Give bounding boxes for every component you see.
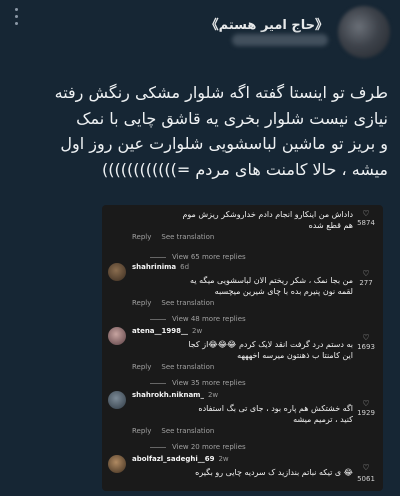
comment-line: لقمه نون پنیرم بده با چای شیرین میچسبه [214,287,353,296]
comment-username[interactable]: atena__1998__ 2w [132,327,202,335]
heart-icon[interactable]: ♡ [359,269,373,278]
time-ago: 2w [192,327,203,335]
avatar[interactable] [108,327,126,345]
view-more-replies[interactable]: View 48 more replies [150,315,246,323]
comments-screenshot[interactable]: داداش من اینکارو انجام دادم خداروشکر ریز… [102,205,383,491]
comment-line: کنید ، ترمیم میشه [293,415,353,424]
username[interactable]: atena__1998__ [132,327,188,335]
comment-actions: Reply See translation [132,299,224,307]
view-more-label: View 48 more replies [172,315,246,323]
time-ago: 6d [180,263,190,271]
like-count: 5874 [357,219,375,227]
like-count: 1929 [357,409,375,417]
reply-link[interactable]: Reply [132,233,151,241]
see-translation-link[interactable]: See translation [161,363,214,371]
avatar[interactable] [108,263,126,281]
avatar[interactable] [338,6,390,58]
like-count: 1693 [357,343,375,351]
view-more-replies[interactable]: View 35 more replies [150,379,246,387]
comment-line: هم قطع شده [308,221,353,230]
view-more-replies[interactable]: View 20 more replies [150,443,246,451]
avatar[interactable] [108,391,126,409]
comment-actions: Reply See translation [132,363,224,371]
comment-actions: Reply See translation [132,233,224,241]
comment-line: 😂 ی تیکه نباتم بندازید ک سردیه چایی رو ب… [195,468,353,477]
avatar[interactable] [108,455,126,473]
see-translation-link[interactable]: See translation [161,299,214,307]
time-ago: 2w [207,391,219,399]
view-more-label: View 35 more replies [172,379,246,387]
comment-line: اگه خشتکش هم پاره بود ، جای تی بگ استفاد… [198,404,353,413]
tweet-line: طرف تو اینستا گفته اگه شلوار مشکی رنگش ر… [54,83,388,102]
like-count: 5061 [357,475,375,483]
more-options-icon[interactable] [8,8,24,44]
username[interactable]: abolfazl_sadeghi__69 [132,455,214,463]
username[interactable]: shahrinima [132,263,176,271]
heart-icon[interactable]: ♡ [359,333,373,342]
see-translation-link[interactable]: See translation [161,427,214,435]
view-more-replies[interactable]: View 65 more replies [150,253,246,261]
time-ago: 2w [218,455,229,463]
divider [150,446,166,448]
comment-line: این کامنتا ب ذهنتون میرسه اخهههه [237,351,353,360]
comment-actions: Reply See translation [132,427,224,435]
see-translation-link[interactable]: See translation [161,233,214,241]
view-more-label: View 65 more replies [172,253,246,261]
comment-username[interactable]: shahrokh.niknam_ 2w [132,391,218,399]
comment-text: به دستم درد گرفت انقد لایک کردم 😂😂😂از کج… [132,339,353,361]
comment-text: 😂 ی تیکه نباتم بندازید ک سردیه چایی رو ب… [132,467,353,478]
comment-line: به دستم درد گرفت انقد لایک کردم 😂😂😂از کج… [188,340,353,349]
comment-line: داداش من اینکارو انجام دادم خداروشکر ریز… [182,210,353,219]
tweet-header: 《حاج امیر هستم》 [0,0,400,70]
display-name[interactable]: 《حاج امیر هستم》 [206,14,328,33]
like-count: 277 [359,279,373,287]
tweet-text: طرف تو اینستا گفته اگه شلوار مشکی رنگش ر… [10,80,388,182]
tweet-line: میشه ، حالا کامنت های مردم =)))))))))))) [102,159,388,179]
tweet-line: نیازی نیست شلوار بخری یه قاشق چایی با نم… [76,108,388,128]
comment-username[interactable]: abolfazl_sadeghi__69 2w [132,455,229,463]
handle-redacted [232,34,328,46]
divider [150,318,166,320]
username[interactable]: shahrokh.niknam_ [132,391,204,399]
reply-link[interactable]: Reply [132,427,151,435]
divider [150,256,166,258]
heart-icon[interactable]: ♡ [359,463,373,472]
comment-text: اگه خشتکش هم پاره بود ، جای تی بگ استفاد… [132,403,353,425]
reply-link[interactable]: Reply [132,363,151,371]
reply-link[interactable]: Reply [132,299,151,307]
view-more-label: View 20 more replies [172,443,246,451]
comment-line: من بجا نمک ، شکر ریختم الان لباسشویی میگ… [190,276,353,285]
heart-icon[interactable]: ♡ [359,399,373,408]
comment-username[interactable]: shahrinima 6d [132,263,189,271]
comment-text: داداش من اینکارو انجام دادم خداروشکر ریز… [132,209,353,231]
divider [150,382,166,384]
heart-icon[interactable]: ♡ [359,209,373,218]
comment-text: من بجا نمک ، شکر ریختم الان لباسشویی میگ… [132,275,353,297]
tweet-line: و بریز تو ماشین لباسشویی شلوارت عین روز … [60,134,388,153]
